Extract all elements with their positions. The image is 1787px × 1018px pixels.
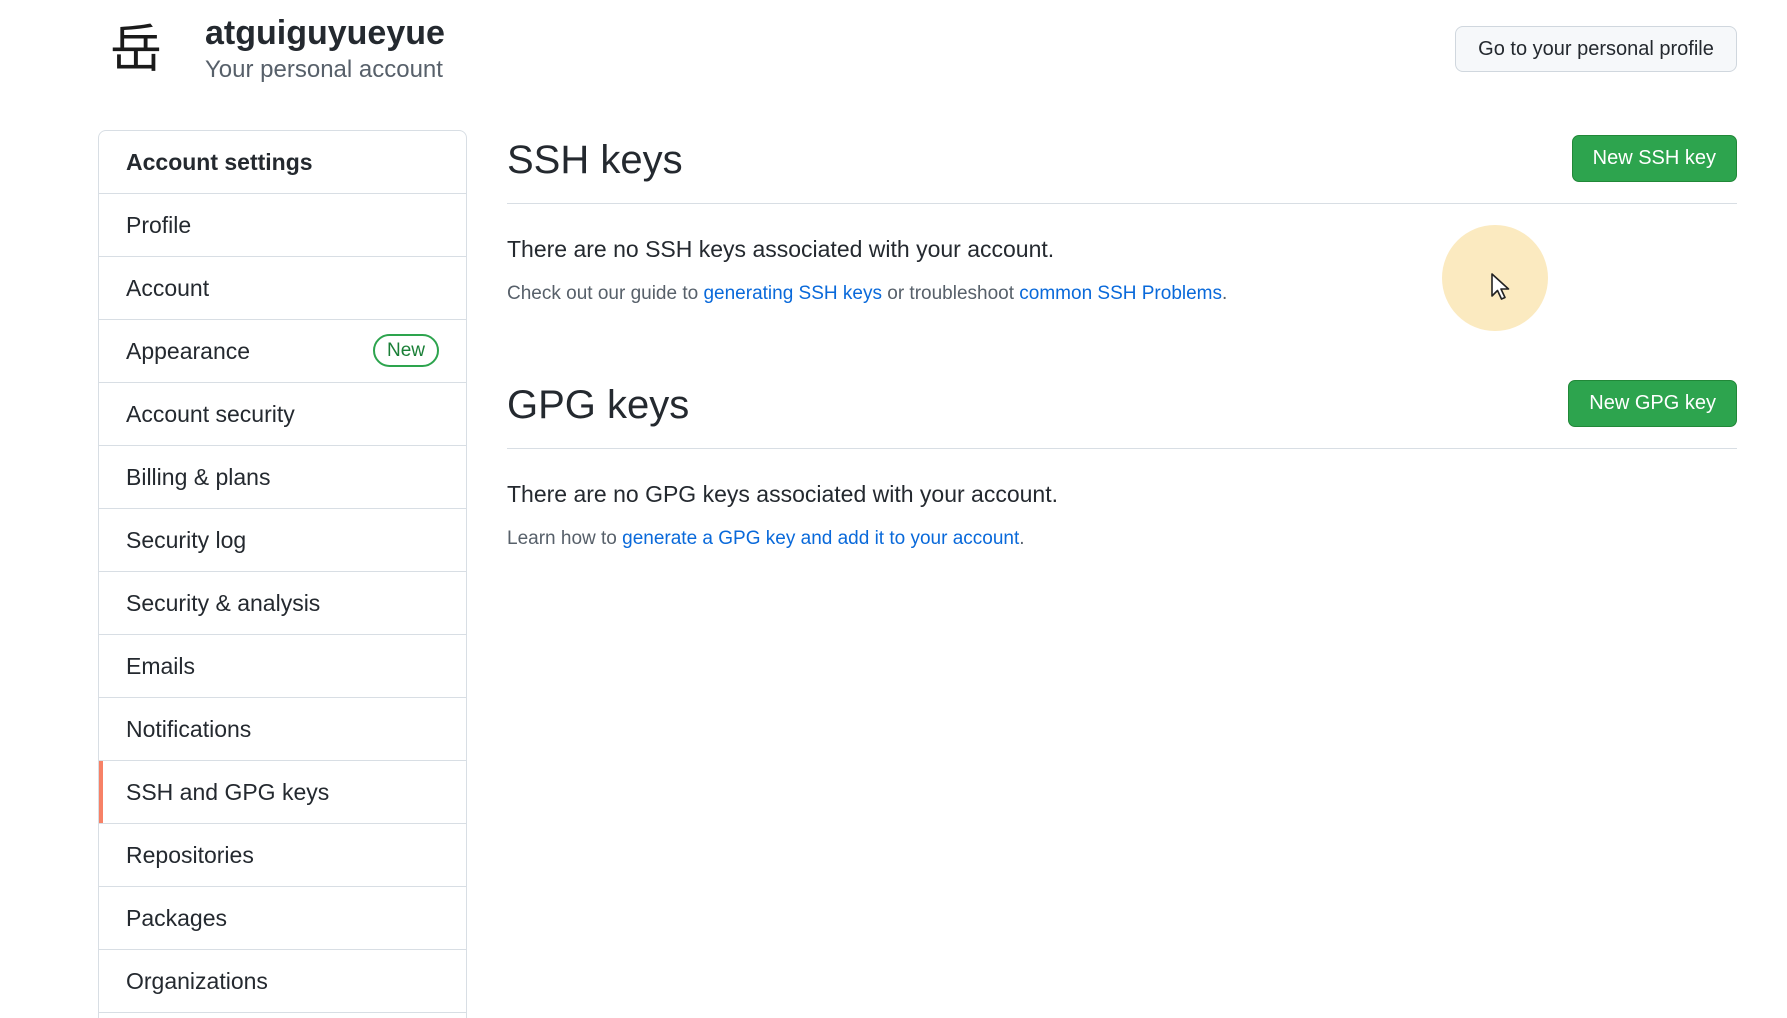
gpg-section-header: GPG keys New GPG key [507, 375, 1737, 449]
main-content: SSH keys New SSH key There are no SSH ke… [507, 130, 1737, 550]
sidebar-item-profile[interactable]: Profile [99, 194, 466, 257]
sidebar-heading: Account settings [99, 131, 466, 194]
sidebar-item-label: Appearance [126, 337, 251, 364]
sidebar-item-label: Emails [126, 652, 196, 679]
sidebar-item-label: SSH and GPG keys [126, 778, 330, 805]
sidebar-item-label: Repositories [126, 841, 254, 868]
sidebar-item-label: Security log [126, 526, 247, 553]
gpg-empty-message: There are no GPG keys associated with yo… [507, 481, 1058, 507]
ssh-keys-title: SSH keys [507, 138, 683, 182]
go-to-profile-button[interactable]: Go to your personal profile [1455, 26, 1737, 72]
ssh-help-prefix: Check out our guide to [507, 283, 704, 304]
sidebar-item-ssh-gpg-keys[interactable]: SSH and GPG keys [99, 761, 466, 824]
sidebar-item-appearance[interactable]: Appearance New [99, 320, 466, 383]
common-ssh-problems-link[interactable]: common SSH Problems [1019, 283, 1222, 304]
generate-gpg-key-link[interactable]: generate a GPG key and add it to your ac… [622, 528, 1019, 549]
sidebar-item-emails[interactable]: Emails [99, 635, 466, 698]
ssh-empty-message: There are no SSH keys associated with yo… [507, 236, 1055, 262]
ssh-help-text: Check out our guide to generating SSH ke… [507, 283, 1737, 305]
sidebar-item-label: Profile [126, 211, 192, 238]
sidebar-item-label: Account [126, 274, 210, 301]
avatar[interactable]: 岳 [108, 22, 164, 78]
sidebar-item-notifications[interactable]: Notifications [99, 698, 466, 761]
ssh-section-header: SSH keys New SSH key [507, 130, 1737, 204]
new-gpg-key-button[interactable]: New GPG key [1568, 380, 1737, 427]
sidebar-item-label: Notifications [126, 715, 252, 742]
sidebar-item-security-analysis[interactable]: Security & analysis [99, 572, 466, 635]
sidebar-item-label: Organizations [126, 967, 268, 994]
ssh-keys-section: SSH keys New SSH key There are no SSH ke… [507, 130, 1737, 305]
gpg-help-prefix: Learn how to [507, 528, 623, 549]
account-username: atguiguyueyue [205, 14, 445, 52]
sidebar-item-packages[interactable]: Packages [99, 887, 466, 950]
ssh-help-suffix: . [1222, 283, 1228, 304]
sidebar-item-label: Account security [126, 400, 295, 427]
sidebar-item-label: Billing & plans [126, 463, 271, 490]
sidebar-item-billing[interactable]: Billing & plans [99, 446, 466, 509]
sidebar-item-repositories[interactable]: Repositories [99, 824, 466, 887]
new-ssh-key-button[interactable]: New SSH key [1571, 135, 1737, 182]
settings-sidebar: Account settings Profile Account Appeara… [98, 130, 467, 1018]
sidebar-item-label: Packages [126, 904, 228, 931]
sidebar-item-account[interactable]: Account [99, 257, 466, 320]
sidebar-item-account-security[interactable]: Account security [99, 383, 466, 446]
ssh-help-middle: or troubleshoot [881, 283, 1020, 304]
page-header: 岳 atguiguyueyue Your personal account Go… [0, 0, 1787, 110]
new-badge: New [372, 334, 439, 367]
gpg-help-suffix: . [1019, 528, 1025, 549]
sidebar-item-security-log[interactable]: Security log [99, 509, 466, 572]
sidebar-item-label: Security & analysis [126, 589, 321, 616]
gpg-help-text: Learn how to generate a GPG key and add … [507, 528, 1737, 550]
account-subtitle: Your personal account [205, 56, 443, 83]
gpg-keys-section: GPG keys New GPG key There are no GPG ke… [507, 375, 1737, 550]
generating-ssh-keys-link[interactable]: generating SSH keys [703, 283, 882, 304]
mouse-pointer-icon [1491, 273, 1510, 300]
gpg-keys-title: GPG keys [507, 383, 690, 427]
sidebar-item-organizations[interactable]: Organizations [99, 950, 466, 1013]
